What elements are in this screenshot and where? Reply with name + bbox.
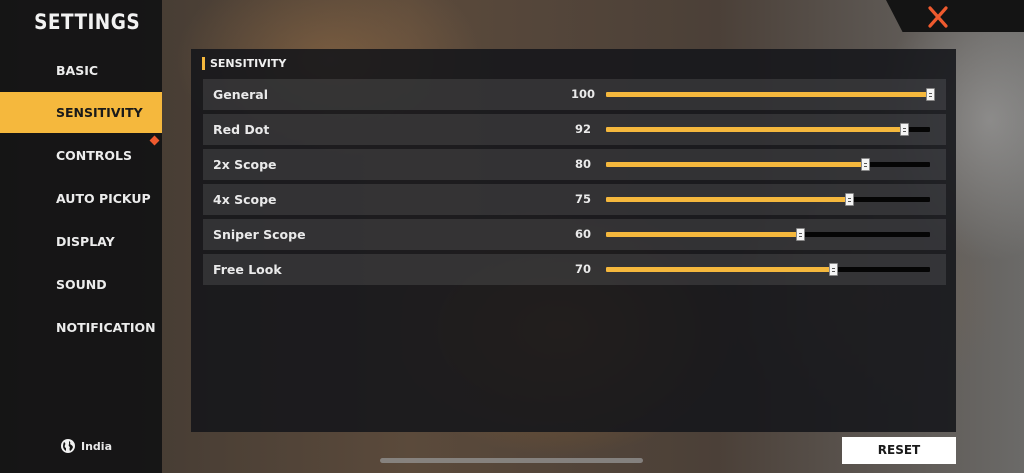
sidebar-item-basic[interactable]: BASIC [0,50,162,91]
slider-row-2x-scope: 2x Scope 80 [203,149,946,180]
slider-value: 80 [574,157,591,171]
slider-thumb[interactable] [796,228,806,241]
sidebar-item-auto-pickup[interactable]: AUTO PICKUP [0,178,162,219]
slider-thumb[interactable] [845,193,854,206]
slider-fill [606,267,833,272]
sidebar-item-controls[interactable]: CONTROLS [0,135,162,176]
slider-label: General [213,87,268,102]
slider-fill [606,232,801,237]
slider-fill [606,162,866,167]
slider-label: 2x Scope [213,157,277,172]
slider-row-red-dot: Red Dot 92 [203,114,946,145]
slider-value: 70 [574,262,591,276]
sidebar-item-display[interactable]: DISPLAY [0,221,162,262]
slider-row-sniper-scope: Sniper Scope 60 [203,219,946,250]
slider-fill [606,127,905,132]
slider-value: 92 [574,122,591,136]
slider-label: Red Dot [213,122,270,137]
slider-fill [606,92,930,97]
slider-label: 4x Scope [213,192,277,207]
slider-thumb[interactable] [926,88,935,101]
section-header: SENSITIVITY [202,56,286,70]
reset-button[interactable]: RESET [842,437,956,464]
sensitivity-panel: SENSITIVITY General 100 Red Dot 92 2x Sc… [191,49,956,432]
slider-label: Sniper Scope [213,227,306,242]
slider-track[interactable] [606,263,930,276]
globe-icon [61,439,75,453]
slider-row-general: General 100 [203,79,946,110]
slider-value: 75 [574,192,591,206]
sidebar-item-sensitivity[interactable]: SENSITIVITY [0,92,162,133]
slider-row-4x-scope: 4x Scope 75 [203,184,946,215]
slider-track[interactable] [606,88,935,101]
close-button[interactable] [920,3,956,31]
region-label: India [81,439,112,453]
slider-thumb[interactable] [861,158,871,171]
slider-track[interactable] [606,123,930,136]
home-indicator-bar[interactable] [380,458,643,463]
sidebar-item-sound[interactable]: SOUND [0,264,162,305]
slider-value: 60 [574,227,591,241]
slider-value: 100 [570,87,595,101]
slider-label: Free Look [213,262,282,277]
sidebar-item-notification[interactable]: NOTIFICATION [0,307,162,348]
sidebar: SETTINGS BASIC SENSITIVITY CONTROLS AUTO… [0,0,162,473]
slider-fill [606,197,849,202]
slider-row-free-look: Free Look 70 [203,254,946,285]
slider-thumb[interactable] [900,123,910,136]
close-icon [928,6,948,28]
sidebar-title: SETTINGS [34,10,141,34]
slider-thumb[interactable] [828,263,838,276]
slider-track[interactable] [606,193,930,206]
section-title: SENSITIVITY [210,56,287,70]
region-selector[interactable]: India [60,437,112,455]
slider-track[interactable] [606,228,930,241]
slider-track[interactable] [606,158,930,171]
section-accent-bar [202,56,205,70]
settings-screen: SETTINGS BASIC SENSITIVITY CONTROLS AUTO… [0,0,1024,473]
